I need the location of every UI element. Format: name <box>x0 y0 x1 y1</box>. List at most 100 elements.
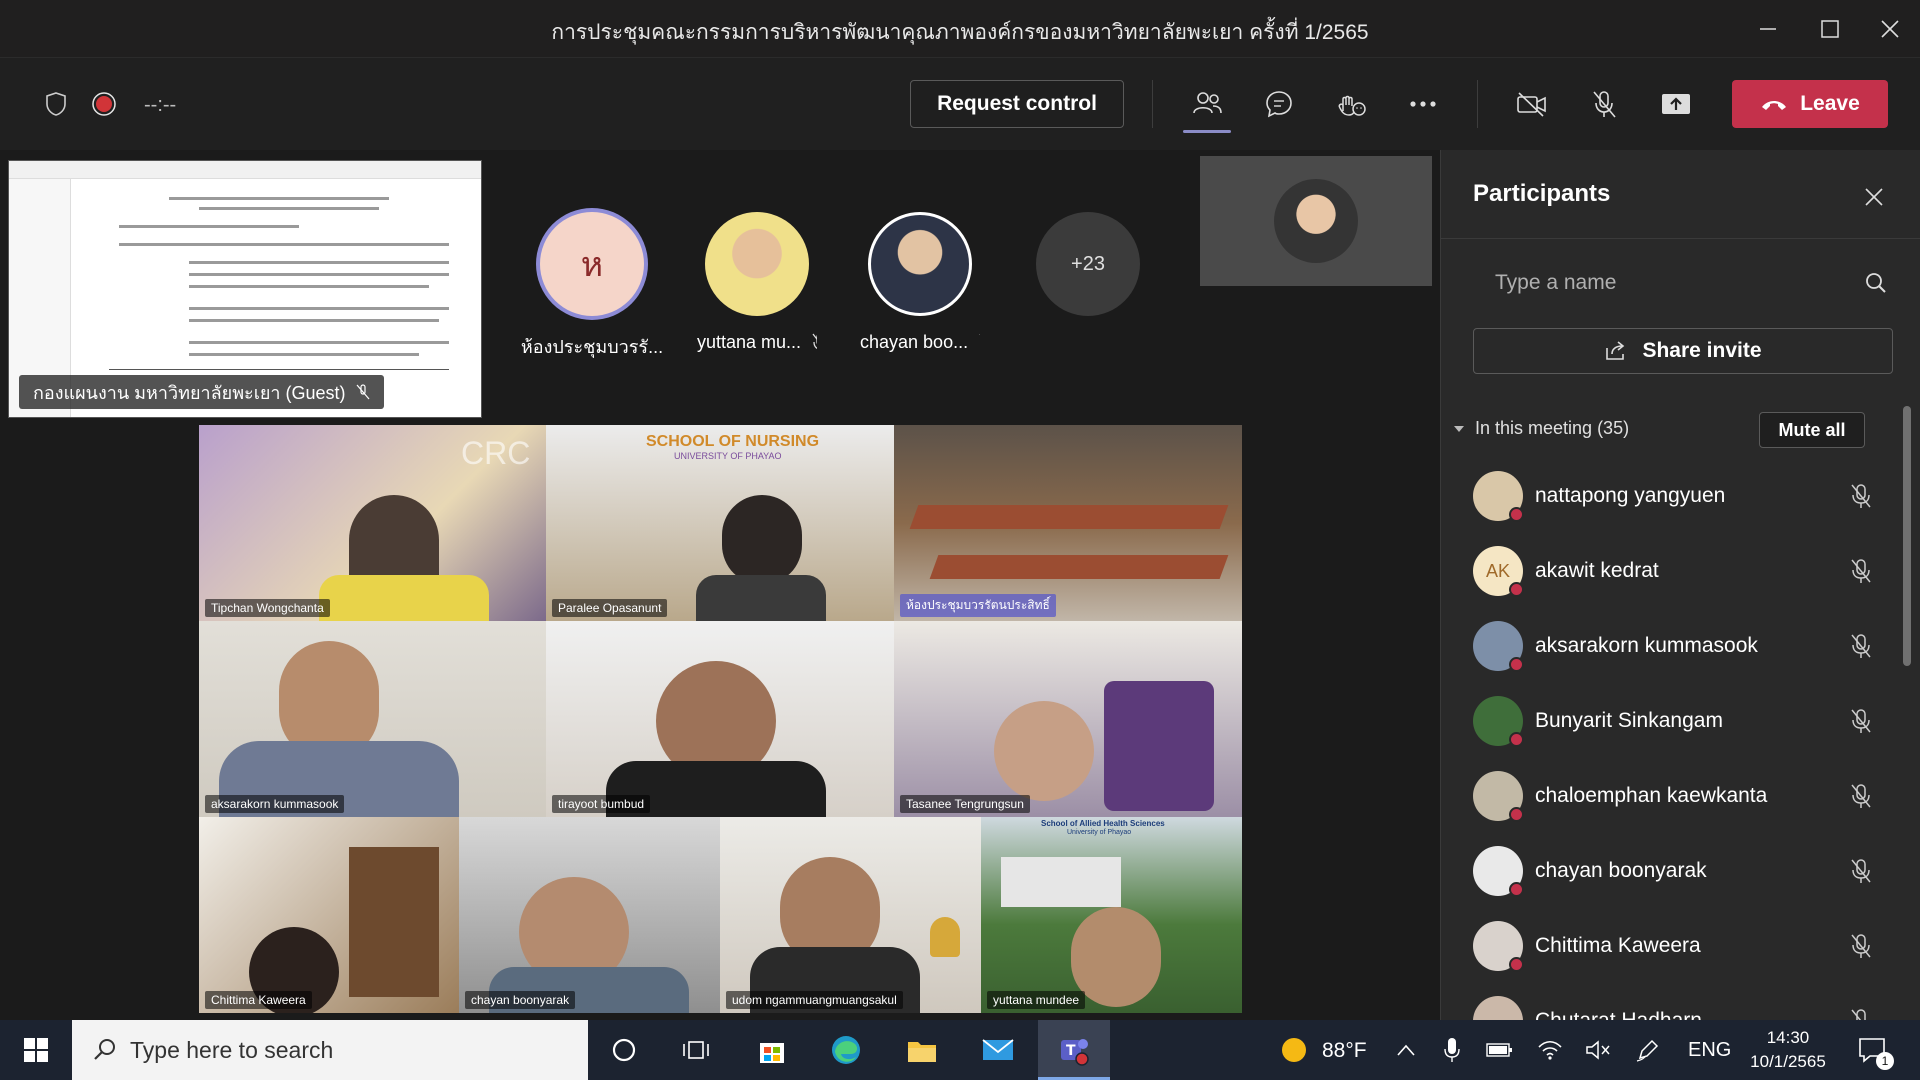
chevron-down-icon <box>1454 425 1464 432</box>
video-tile[interactable]: Tasanee Tengrungsun <box>894 621 1242 817</box>
close-panel-icon[interactable] <box>1859 182 1889 212</box>
doc-text-line <box>189 285 429 288</box>
notifications-icon[interactable]: 1 <box>1852 1030 1894 1070</box>
reactions-icon[interactable] <box>1331 84 1371 124</box>
taskbar-search-input[interactable] <box>130 1036 550 1064</box>
share-screen-icon[interactable] <box>1656 84 1696 124</box>
volume-muted-icon[interactable] <box>1578 1030 1618 1070</box>
panel-scrollbar[interactable] <box>1903 406 1911 666</box>
weather-temperature[interactable]: 88°F <box>1322 1039 1367 1063</box>
minimize-button[interactable] <box>1748 12 1788 46</box>
mic-off-icon[interactable] <box>1849 708 1873 739</box>
teams-icon[interactable]: T <box>1054 1030 1094 1070</box>
edge-browser-icon[interactable] <box>826 1030 866 1070</box>
mic-off-icon[interactable] <box>1849 783 1873 814</box>
mic-off-icon[interactable] <box>1849 483 1873 514</box>
tile-banner-sub: University of Phayao <box>1067 829 1132 836</box>
video-tile[interactable]: tirayoot bumbud <box>546 621 894 817</box>
participant-search-input[interactable] <box>1473 262 1893 304</box>
task-view-icon[interactable] <box>676 1030 716 1070</box>
more-options-icon[interactable] <box>1403 84 1443 124</box>
chevron-up-icon[interactable] <box>1386 1030 1426 1070</box>
shield-icon[interactable] <box>36 84 76 124</box>
pen-icon[interactable] <box>1628 1030 1668 1070</box>
participants-icon[interactable] <box>1187 84 1227 124</box>
avatar-name: yuttana mu... <box>697 332 817 353</box>
video-tile[interactable]: ห้องประชุมบวรรัตนประสิทธิ์ <box>894 425 1242 621</box>
in-meeting-label: In this meeting (35) <box>1475 418 1630 438</box>
hang-up-icon <box>1762 101 1787 110</box>
request-control-button[interactable]: Request control <box>910 80 1124 128</box>
wifi-icon[interactable] <box>1530 1030 1570 1070</box>
participant-row[interactable]: nattapong yangyuen <box>1473 466 1883 526</box>
mic-off-icon[interactable] <box>1849 558 1873 589</box>
share-invite-button[interactable]: Share invite <box>1473 328 1893 374</box>
busy-status-indicator <box>1509 807 1524 822</box>
meeting-stage: กองแผนงาน มหาวิทยาลัยพะเยา (Guest) ห ห้อ… <box>0 150 1440 1020</box>
shared-screen-tile[interactable]: กองแผนงาน มหาวิทยาลัยพะเยา (Guest) <box>8 160 482 418</box>
participant-row[interactable]: Chittima Kaweera <box>1473 916 1883 976</box>
taskbar-search <box>72 1020 588 1080</box>
microsoft-store-icon[interactable] <box>752 1030 792 1070</box>
taskbar-clock[interactable]: 14:30 10/1/2565 <box>1742 1026 1834 1074</box>
mail-icon[interactable] <box>978 1030 1018 1070</box>
mic-off-icon[interactable] <box>1849 933 1873 964</box>
doc-text-line <box>199 207 379 210</box>
chat-icon[interactable] <box>1259 84 1299 124</box>
video-tile[interactable]: aksarakorn kummasook <box>199 621 546 817</box>
video-tile[interactable]: chayan boonyarak <box>459 817 720 1013</box>
windows-start-icon[interactable] <box>16 1030 56 1070</box>
camera-off-icon[interactable] <box>1512 84 1552 124</box>
language-indicator[interactable]: ENG <box>1688 1039 1731 1062</box>
participant-row[interactable]: Bunyarit Sinkangam <box>1473 691 1883 751</box>
mic-off-icon[interactable] <box>1849 1008 1873 1020</box>
document-toolbar <box>9 161 481 179</box>
doc-text-line <box>189 307 449 310</box>
video-tile[interactable]: Chittima Kaweera <box>199 817 459 1013</box>
leave-button[interactable]: Leave <box>1732 80 1888 128</box>
participant-avatar-tile[interactable]: chayan boo... <box>860 212 980 353</box>
tile-banner: SCHOOL OF NURSING <box>646 433 820 450</box>
video-tile[interactable]: udom ngammuangmuangsakul <box>720 817 981 1013</box>
panel-divider <box>1441 238 1920 239</box>
busy-status-indicator <box>1509 582 1524 597</box>
search-icon[interactable] <box>1865 272 1887 299</box>
mic-off-icon[interactable] <box>1584 84 1624 124</box>
participant-row[interactable]: aksarakorn kummasook <box>1473 616 1883 676</box>
participant-avatar-tile[interactable]: yuttana mu... <box>697 212 817 353</box>
video-tile[interactable]: CRC Tipchan Wongchanta <box>199 425 546 621</box>
participant-avatar <box>1473 621 1524 672</box>
clock-time: 14:30 <box>1766 1028 1810 1047</box>
video-tile-name: Paralee Opasanunt <box>552 599 668 617</box>
overflow-participants[interactable]: +23 <box>1028 212 1148 316</box>
meeting-table <box>929 555 1229 579</box>
cortana-icon[interactable] <box>604 1030 644 1070</box>
self-avatar <box>1274 179 1358 263</box>
mic-off-icon[interactable] <box>1849 633 1873 664</box>
file-explorer-icon[interactable] <box>902 1030 942 1070</box>
participant-row[interactable]: Chutarat Hadharn <box>1473 991 1883 1020</box>
maximize-button[interactable] <box>1810 12 1850 46</box>
mute-all-button[interactable]: Mute all <box>1759 412 1865 448</box>
avatar: ห <box>540 212 644 316</box>
shared-screen-label: กองแผนงาน มหาวิทยาลัยพะเยา (Guest) <box>19 375 384 409</box>
microphone-tray-icon[interactable] <box>1432 1030 1472 1070</box>
mic-off-icon <box>356 384 370 400</box>
close-window-button[interactable] <box>1870 12 1910 46</box>
video-tile[interactable]: School of Allied Health Sciences Univers… <box>981 817 1242 1013</box>
self-view-tile[interactable] <box>1200 156 1432 286</box>
busy-status-indicator <box>1509 957 1524 972</box>
window-title: การประชุมคณะกรรมการบริหารพัฒนาคุณภาพองค์… <box>551 21 1369 44</box>
video-tile-name: Tasanee Tengrungsun <box>900 795 1030 813</box>
in-meeting-section[interactable]: In this meeting (35) <box>1453 418 1629 439</box>
weather-sun-icon[interactable] <box>1274 1030 1314 1070</box>
mic-off-icon[interactable] <box>1849 858 1873 889</box>
participant-name: chaloemphan kaewkanta <box>1535 784 1768 807</box>
participant-avatar-tile[interactable]: ห ห้องประชุมบวรรั... <box>521 212 663 361</box>
bookshelf <box>349 847 439 997</box>
participant-row[interactable]: chayan boonyarak <box>1473 841 1883 901</box>
participant-row[interactable]: AK akawit kedrat <box>1473 541 1883 601</box>
video-tile[interactable]: SCHOOL OF NURSING UNIVERSITY OF PHAYAO P… <box>546 425 894 621</box>
participant-row[interactable]: chaloemphan kaewkanta <box>1473 766 1883 826</box>
battery-icon[interactable] <box>1480 1030 1520 1070</box>
